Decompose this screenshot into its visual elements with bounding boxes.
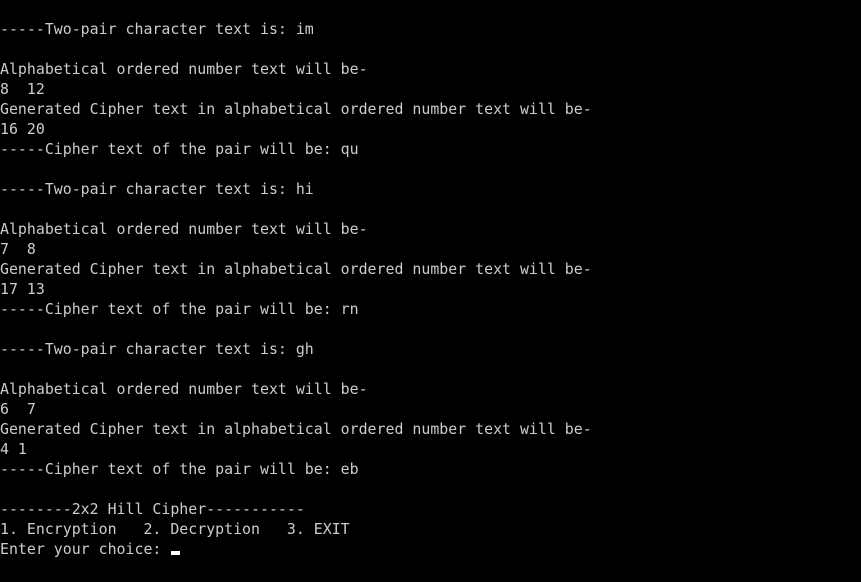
console-line: 6 7 xyxy=(0,400,36,418)
console-line: -----Cipher text of the pair will be: eb xyxy=(0,460,359,478)
console-line: Generated Cipher text in alphabetical or… xyxy=(0,100,592,118)
console-line: -----Cipher text of the pair will be: rn xyxy=(0,300,359,318)
menu-options: 1. Encryption 2. Decryption 3. EXIT xyxy=(0,520,350,538)
console-line: -----Two-pair character text is: im xyxy=(0,20,314,38)
console-line: 8 12 xyxy=(0,80,45,98)
console-line: -----Two-pair character text is: hi xyxy=(0,180,314,198)
menu-title: --------2x2 Hill Cipher----------- xyxy=(0,500,305,518)
console-line: Alphabetical ordered number text will be… xyxy=(0,380,368,398)
console-line: 7 8 xyxy=(0,240,36,258)
choice-input-line[interactable]: Enter your choice: xyxy=(0,539,861,559)
console-line: -----Two-pair character text is: gh xyxy=(0,340,314,358)
console-line: Generated Cipher text in alphabetical or… xyxy=(0,420,592,438)
console-line: -----Cipher text of the pair will be: qu xyxy=(0,140,359,158)
text-cursor[interactable] xyxy=(171,551,181,555)
console-line: 17 13 xyxy=(0,280,45,298)
console-output: -----Two-pair character text is: im Alph… xyxy=(0,19,861,559)
console-line: Alphabetical ordered number text will be… xyxy=(0,60,368,78)
choice-prompt: Enter your choice: xyxy=(0,540,171,558)
console-line: Alphabetical ordered number text will be… xyxy=(0,220,368,238)
console-line: 4 1 xyxy=(0,440,27,458)
console-line: Generated Cipher text in alphabetical or… xyxy=(0,260,592,278)
console-line: 16 20 xyxy=(0,120,45,138)
